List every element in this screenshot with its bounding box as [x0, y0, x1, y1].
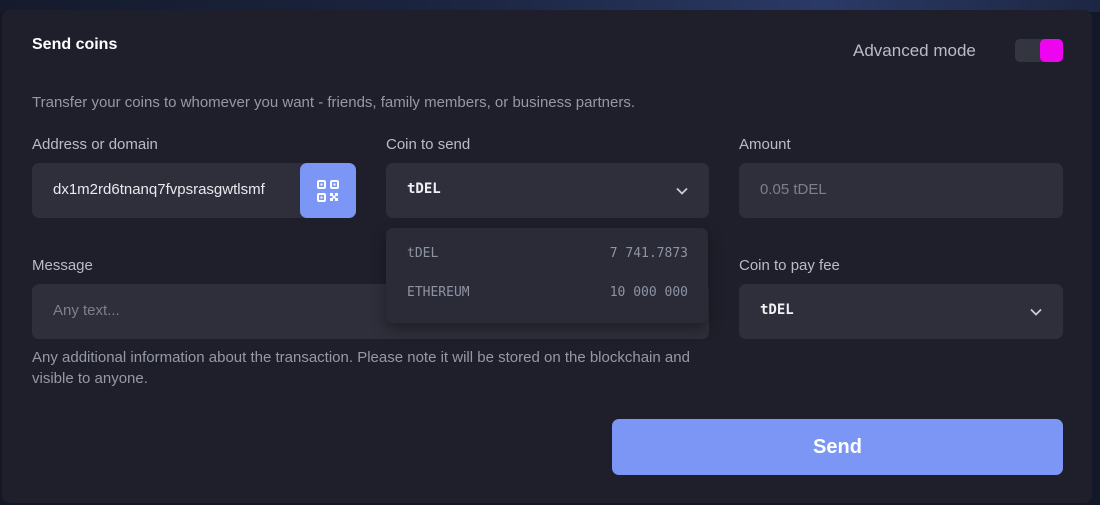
chevron-down-icon [1030, 308, 1042, 316]
coin-option[interactable]: ETHEREUM 10 000 000 [386, 275, 708, 313]
message-hint: Any additional information about the tra… [32, 349, 690, 387]
coin-to-send-value: tDEL [407, 181, 441, 197]
send-coins-card: Send coins Advanced mode Transfer your c… [2, 10, 1092, 503]
address-label: Address or domain [32, 136, 158, 153]
address-value: dx1m2rd6tnanq7fvpsrasgwtlsmf [53, 181, 265, 198]
amount-input[interactable]: 0.05 tDEL [739, 163, 1063, 218]
send-button[interactable]: Send [612, 419, 1063, 475]
fee-coin-value: tDEL [760, 302, 794, 318]
coin-option[interactable]: tDEL 7 741.7873 [386, 236, 708, 274]
toggle-knob [1040, 39, 1063, 62]
chevron-down-icon [676, 187, 688, 195]
coin-option-name: tDEL [407, 246, 439, 261]
qr-code-icon [317, 180, 339, 202]
message-label: Message [32, 257, 93, 274]
fee-coin-label: Coin to pay fee [739, 257, 840, 274]
scan-qr-button[interactable] [300, 163, 356, 218]
page-title: Send coins [32, 36, 118, 53]
amount-label: Amount [739, 136, 791, 153]
coin-to-send-select[interactable]: tDEL [386, 163, 709, 218]
advanced-mode-toggle[interactable] [1015, 39, 1063, 62]
advanced-mode-label: Advanced mode [853, 41, 976, 60]
page-description: Transfer your coins to whomever you want… [32, 94, 636, 111]
message-placeholder: Any text... [53, 302, 120, 319]
amount-placeholder: 0.05 tDEL [760, 181, 827, 198]
coin-dropdown-menu: tDEL 7 741.7873 ETHEREUM 10 000 000 [386, 228, 708, 323]
fee-coin-select[interactable]: tDEL [739, 284, 1063, 339]
coin-option-name: ETHEREUM [407, 285, 470, 300]
coin-option-balance: 10 000 000 [609, 285, 688, 300]
coin-option-balance: 7 741.7873 [609, 246, 688, 261]
address-field[interactable]: dx1m2rd6tnanq7fvpsrasgwtlsmf [32, 163, 356, 218]
coin-to-send-label: Coin to send [386, 136, 471, 153]
